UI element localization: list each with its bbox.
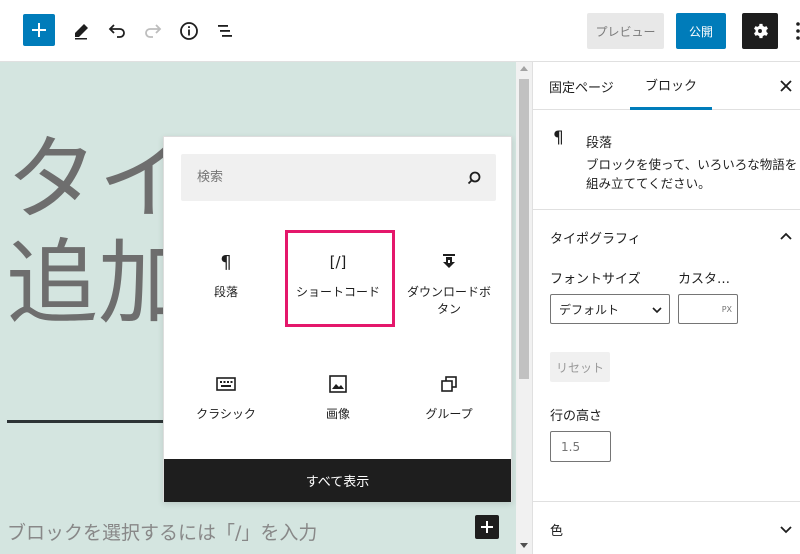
- publish-button[interactable]: 公開: [676, 13, 726, 49]
- block-item-paragraph[interactable]: ¶ 段落: [172, 232, 280, 324]
- color-panel: 色: [533, 502, 800, 554]
- block-appender-placeholder[interactable]: ブロックを選択するには「/」を入力: [7, 518, 317, 545]
- plus-icon: [32, 23, 46, 37]
- chevron-down-icon[interactable]: [779, 522, 793, 536]
- group-icon: [440, 372, 458, 396]
- unit-label: PX: [721, 305, 732, 314]
- block-item-image[interactable]: 画像: [284, 354, 392, 446]
- settings-sidebar: 固定ページ ブロック ¶ 段落 ブロックを使って、いろいろな物語を組み立ててくだ…: [532, 62, 800, 554]
- block-item-label: 段落: [213, 285, 238, 299]
- list-view-button[interactable]: [208, 14, 242, 48]
- block-search-input[interactable]: [181, 154, 461, 201]
- more-menu-button[interactable]: [790, 20, 800, 42]
- block-item-label: ダウンロードボタン: [406, 285, 491, 316]
- redo-icon: [145, 24, 162, 38]
- block-item-label: グループ: [425, 407, 473, 421]
- block-card-description: ブロックを使って、いろいろな物語を組み立ててください。: [586, 157, 798, 191]
- browse-all-button[interactable]: すべて表示: [164, 459, 511, 502]
- chevron-down-icon: [652, 307, 662, 314]
- custom-font-size-input[interactable]: PX: [678, 294, 738, 324]
- details-button[interactable]: [172, 14, 206, 48]
- plus-icon: [481, 521, 493, 533]
- font-size-label: フォントサイズ: [550, 272, 641, 287]
- list-view-icon: [218, 25, 232, 37]
- line-height-label: 行の高さ: [550, 409, 603, 424]
- redo-button[interactable]: [136, 14, 170, 48]
- gear-icon: [754, 23, 768, 39]
- line-height-input[interactable]: 1.5: [550, 431, 611, 462]
- editor-header: プレビュー 公開: [0, 0, 800, 62]
- canvas-scrollbar[interactable]: [516, 62, 532, 554]
- scroll-down-arrow-icon[interactable]: [520, 543, 528, 548]
- pencil-icon: [75, 24, 88, 40]
- tab-page[interactable]: 固定ページ: [549, 62, 614, 110]
- chevron-up-icon[interactable]: [779, 230, 793, 244]
- quick-inserter-popover: ¶ 段落 [/] ショートコード ダウンロードボタン クラシック 画像 グループ…: [163, 136, 512, 502]
- block-card: ¶ 段落 ブロックを使って、いろいろな物語を組み立ててください。: [533, 110, 800, 210]
- more-vertical-icon: [796, 22, 800, 40]
- highlight-frame: [285, 230, 395, 327]
- undo-icon: [108, 24, 125, 38]
- image-icon: [329, 372, 347, 396]
- paragraph-icon: ¶: [220, 251, 232, 273]
- undo-button[interactable]: [100, 14, 134, 48]
- block-item-download-button[interactable]: ダウンロードボタン: [394, 232, 504, 324]
- tab-block[interactable]: ブロック: [630, 62, 712, 110]
- preview-button[interactable]: プレビュー: [587, 13, 664, 49]
- reset-button[interactable]: リセット: [550, 352, 610, 382]
- color-panel-toggle[interactable]: 色: [550, 520, 563, 539]
- add-block-button[interactable]: [23, 14, 55, 46]
- block-item-label: 画像: [325, 407, 350, 421]
- custom-size-label: カスタ…: [678, 272, 731, 287]
- inline-add-block-button[interactable]: [475, 515, 499, 539]
- separator-block: [7, 420, 177, 423]
- keyboard-icon: [216, 372, 236, 396]
- typography-panel: タイポグラフィ フォントサイズ カスタ… デフォルト PX リセット 行の高さ …: [533, 210, 800, 502]
- tools-button[interactable]: [64, 14, 98, 48]
- settings-button[interactable]: [742, 13, 778, 49]
- font-size-value: デフォルト: [559, 302, 620, 317]
- paragraph-icon: ¶: [553, 128, 564, 148]
- typography-panel-toggle[interactable]: タイポグラフィ: [550, 228, 641, 247]
- font-size-select[interactable]: デフォルト: [550, 294, 670, 324]
- scroll-up-arrow-icon[interactable]: [520, 66, 528, 71]
- sidebar-tabs: 固定ページ ブロック: [533, 62, 800, 110]
- block-search: [181, 154, 496, 201]
- block-item-group[interactable]: グループ: [394, 354, 504, 446]
- close-icon[interactable]: [777, 77, 795, 95]
- block-item-label: クラシック: [196, 407, 256, 421]
- scroll-thumb[interactable]: [519, 79, 529, 379]
- search-icon: [467, 171, 481, 185]
- block-item-classic[interactable]: クラシック: [172, 354, 280, 446]
- block-card-title: 段落: [586, 136, 613, 151]
- info-icon: [180, 22, 198, 40]
- download-icon: [441, 250, 457, 274]
